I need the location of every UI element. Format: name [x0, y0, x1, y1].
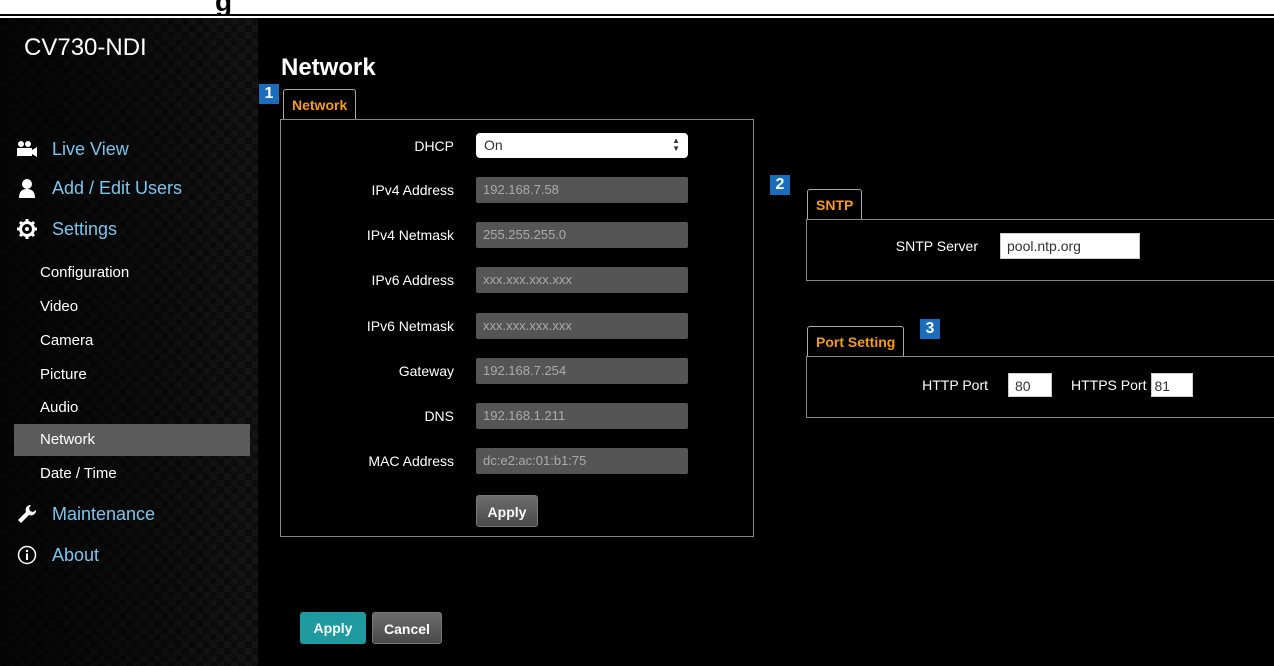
ipv6-address-label: IPv6 Address	[371, 272, 455, 288]
sidebar-item-live-view[interactable]: Live View	[16, 138, 129, 160]
sntp-server-label: SNTP Server	[895, 238, 978, 254]
dhcp-select[interactable]: On ▲ ▼	[476, 133, 688, 158]
ipv6-address-row: IPv6 Address xxx.xxx.xxx.xxx	[280, 267, 688, 293]
sidebar-subitem-audio[interactable]: Audio	[14, 392, 250, 424]
ipv4-netmask-row: IPv4 Netmask 255.255.255.0	[280, 222, 688, 248]
sidebar-item-label: Settings	[52, 218, 118, 239]
ipv6-netmask-value: xxx.xxx.xxx.xxx	[476, 313, 688, 339]
clipped-heading: g	[215, 0, 233, 16]
select-arrows-icon: ▲ ▼	[672, 136, 680, 153]
sidebar-item-about[interactable]: About	[16, 544, 99, 566]
tab-network[interactable]: Network	[283, 89, 357, 119]
sidebar-item-label: Maintenance	[52, 503, 156, 524]
sidebar-subitem-picture[interactable]: Picture	[14, 359, 250, 391]
port-row: HTTP Port 80 HTTPS Port 81	[806, 373, 1194, 397]
tab-port-setting[interactable]: Port Setting	[807, 326, 905, 356]
cancel-button[interactable]: Cancel	[372, 612, 442, 644]
dns-label: DNS	[424, 408, 454, 424]
sidebar-item-label: About	[52, 544, 100, 565]
user-icon	[16, 177, 38, 199]
https-port-label: HTTPS Port	[1071, 377, 1147, 393]
ipv6-netmask-label: IPv6 Netmask	[366, 318, 454, 334]
ipv4-netmask-value: 255.255.255.0	[476, 222, 688, 248]
sidebar-subitem-camera[interactable]: Camera	[14, 325, 250, 357]
wrench-icon	[16, 503, 38, 525]
http-port-label: HTTP Port	[922, 377, 988, 393]
sntp-server-input[interactable]: pool.ntp.org	[1000, 233, 1140, 259]
callout-badge-2: 2	[770, 175, 790, 195]
ipv6-netmask-row: IPv6 Netmask xxx.xxx.xxx.xxx	[280, 313, 688, 339]
dhcp-select-value: On	[484, 137, 503, 153]
sidebar-subitem-configuration[interactable]: Configuration	[14, 257, 250, 289]
sntp-server-row: SNTP Server pool.ntp.org	[806, 233, 1140, 259]
device-name: CV730-NDI	[24, 34, 147, 61]
callout-badge-1: 1	[259, 84, 279, 104]
sidebar-item-maintenance[interactable]: Maintenance	[16, 503, 155, 525]
app-window: CV730-NDI Live View Add / Edit Users Set…	[0, 18, 1274, 666]
sidebar-item-users[interactable]: Add / Edit Users	[16, 177, 182, 199]
page-title: Network	[281, 54, 376, 81]
mac-address-value: dc:e2:ac:01:b1:75	[476, 448, 688, 474]
network-apply-button[interactable]: Apply	[476, 495, 538, 527]
dns-row: DNS 192.168.1.211	[280, 403, 688, 429]
camera-icon	[16, 138, 38, 160]
dhcp-label: DHCP	[414, 137, 454, 154]
sidebar-item-label: Live View	[52, 138, 129, 159]
sidebar-subitem-date-time[interactable]: Date / Time	[14, 458, 250, 490]
gateway-label: Gateway	[398, 363, 454, 379]
sidebar-subitem-network[interactable]: Network	[14, 424, 250, 456]
gear-icon	[16, 218, 38, 240]
callout-badge-3: 3	[920, 319, 940, 339]
sidebar: CV730-NDI Live View Add / Edit Users Set…	[0, 18, 258, 666]
ipv6-address-value: xxx.xxx.xxx.xxx	[476, 267, 688, 293]
gateway-row: Gateway 192.168.7.254	[280, 358, 688, 384]
sidebar-item-settings[interactable]: Settings	[16, 218, 117, 240]
dhcp-row: DHCP On ▲ ▼	[280, 133, 688, 158]
gateway-value: 192.168.7.254	[476, 358, 688, 384]
ipv4-address-row: IPv4 Address 192.168.7.58	[280, 177, 688, 203]
dns-value: 192.168.1.211	[476, 403, 688, 429]
info-icon	[16, 544, 38, 566]
https-port-input[interactable]: 81	[1151, 373, 1194, 397]
ipv4-address-label: IPv4 Address	[371, 182, 455, 198]
mac-address-label: MAC Address	[368, 453, 454, 469]
ipv4-netmask-label: IPv4 Netmask	[366, 227, 454, 243]
mac-address-row: MAC Address dc:e2:ac:01:b1:75	[280, 448, 688, 474]
apply-button[interactable]: Apply	[300, 612, 366, 644]
top-strip: g	[0, 0, 1274, 16]
sidebar-item-label: Add / Edit Users	[52, 177, 183, 198]
sidebar-subitem-video[interactable]: Video	[14, 291, 250, 323]
http-port-input[interactable]: 80	[1008, 373, 1052, 397]
tab-sntp[interactable]: SNTP	[807, 189, 863, 219]
ipv4-address-value: 192.168.7.58	[476, 177, 688, 203]
